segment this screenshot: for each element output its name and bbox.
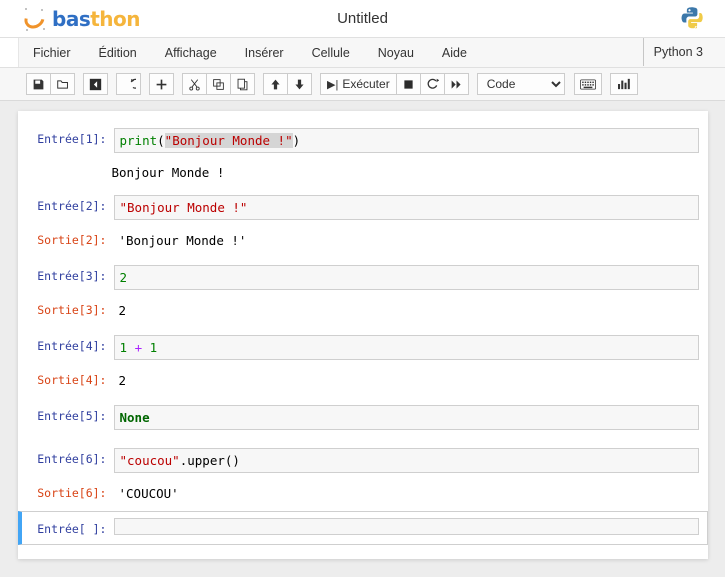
code-token: .upper() <box>179 453 240 468</box>
cell-result-output: Sortie[2]: 'Bonjour Monde !' <box>18 227 708 254</box>
output-prompt: Sortie[2]: <box>37 233 107 247</box>
menu-item-edition[interactable]: Édition <box>85 39 151 67</box>
share-icon[interactable] <box>83 73 108 95</box>
cell-result-output: Sortie[4]: 2 <box>18 367 708 394</box>
output-text: 'Bonjour Monde !' <box>118 233 247 248</box>
menu-item-noyau[interactable]: Noyau <box>364 39 428 67</box>
save-button[interactable] <box>26 73 51 95</box>
open-folder-button[interactable] <box>50 73 75 95</box>
toolbar-group-move <box>263 73 312 95</box>
run-label: Exécuter <box>342 77 390 91</box>
cell-stream-output: Bonjour Monde ! <box>18 160 708 188</box>
code-input-active[interactable] <box>113 518 699 535</box>
toolbar-group-run: ▶| Exécuter <box>320 73 469 95</box>
copy-icon[interactable] <box>206 73 231 95</box>
notebook-panel: Entrée[1]: print("Bonjour Monde !") Bonj… <box>17 111 708 559</box>
toolbar: ▶| Exécuter Code Markdown Raw NBConvert … <box>0 68 725 101</box>
input-prompt: Entrée[2]: <box>37 199 107 213</box>
notebook-cell[interactable]: Entrée[1]: print("Bonjour Monde !") <box>18 121 708 160</box>
stream-output-text: Bonjour Monde ! <box>111 165 225 180</box>
input-prompt: Entrée[5]: <box>37 409 107 423</box>
code-token: 2 <box>119 270 128 285</box>
run-icon: ▶| <box>327 78 339 91</box>
output-prompt: Sortie[3]: <box>37 303 107 317</box>
move-cell-up-icon[interactable] <box>263 73 288 95</box>
code-token: "Bonjour Monde !" <box>119 200 248 215</box>
output-text: 2 <box>118 373 127 388</box>
paste-icon[interactable] <box>230 73 255 95</box>
restart-kernel-icon[interactable] <box>419 73 445 95</box>
notebook-cell[interactable]: Entrée[3]: 2 <box>18 258 708 297</box>
run-cell-button[interactable]: ▶| Exécuter <box>320 73 397 95</box>
output-text: 'COUCOU' <box>118 486 179 501</box>
menu-item-inserer[interactable]: Insérer <box>231 39 298 67</box>
code-token: + <box>134 340 143 355</box>
notebook-cell[interactable]: Entrée[6]: "coucou".upper() <box>18 441 708 480</box>
notebook-title[interactable]: Untitled <box>0 10 725 27</box>
menu-item-affichage[interactable]: Affichage <box>151 39 231 67</box>
input-prompt: Entrée[6]: <box>37 452 107 466</box>
code-input[interactable]: print("Bonjour Monde !") <box>113 128 699 153</box>
toolbar-group-share <box>83 73 108 95</box>
toolbar-group-chart <box>609 73 638 95</box>
toolbar-group-file <box>26 73 75 95</box>
code-token: ) <box>292 133 301 148</box>
output-prompt: Sortie[4]: <box>37 373 107 387</box>
notebook-scroll-area[interactable]: Entrée[1]: print("Bonjour Monde !") Bonj… <box>0 101 725 577</box>
input-prompt: Entrée[4]: <box>37 339 107 353</box>
menu-item-aide[interactable]: Aide <box>428 39 481 67</box>
cell-type-select[interactable]: Code Markdown Raw NBConvert Heading <box>476 73 565 95</box>
cell-result-output: Sortie[6]: 'COUCOU' <box>18 480 708 507</box>
notebook-cell[interactable]: Entrée[4]: 1 + 1 <box>18 328 708 367</box>
toolbar-group-keyboard <box>573 73 602 95</box>
toolbar-group-insert <box>149 73 174 95</box>
input-prompt: Entrée[1]: <box>37 132 107 146</box>
input-prompt: Entrée[ ]: <box>37 522 107 536</box>
cell-result-output: Sortie[3]: 2 <box>18 297 708 324</box>
interrupt-kernel-icon[interactable] <box>395 73 421 95</box>
code-token: ( <box>157 133 165 148</box>
toolbar-group-edit <box>182 73 255 95</box>
notebook-cell[interactable]: Entrée[2]: "Bonjour Monde !" <box>18 188 708 227</box>
input-prompt: Entrée[3]: <box>37 269 107 283</box>
menubar-tab-spacer <box>0 38 19 67</box>
kernel-indicator[interactable]: Python 3 <box>642 38 703 66</box>
notebook-cell[interactable]: Entrée[5]: None <box>18 398 708 437</box>
code-token: 1 <box>119 340 128 355</box>
code-token: "coucou" <box>119 453 180 468</box>
code-input[interactable]: None <box>113 405 699 430</box>
code-token: None <box>119 410 150 425</box>
code-input[interactable]: "Bonjour Monde !" <box>113 195 699 220</box>
chart-icon[interactable] <box>609 73 638 95</box>
keyboard-icon[interactable] <box>573 73 602 95</box>
code-token: print <box>119 133 158 148</box>
code-input[interactable]: 1 + 1 <box>113 335 699 360</box>
code-token: "Bonjour Monde !" <box>164 133 293 148</box>
output-text: 2 <box>118 303 127 318</box>
code-input[interactable]: 2 <box>113 265 699 290</box>
code-input[interactable]: "coucou".upper() <box>113 448 699 473</box>
app-header: basthon Untitled <box>0 0 725 38</box>
insert-cell-below-button[interactable] <box>149 73 174 95</box>
move-cell-down-icon[interactable] <box>287 73 312 95</box>
menu-items: Fichier Édition Affichage Insérer Cellul… <box>19 38 481 67</box>
undo-icon[interactable] <box>116 73 141 95</box>
output-prompt: Sortie[6]: <box>37 486 107 500</box>
toolbar-group-celltype: Code Markdown Raw NBConvert Heading <box>476 73 565 95</box>
python-logo <box>679 5 707 33</box>
menu-item-cellule[interactable]: Cellule <box>298 39 364 67</box>
cut-icon[interactable] <box>182 73 207 95</box>
code-token: 1 <box>149 340 158 355</box>
menu-item-fichier[interactable]: Fichier <box>19 39 85 67</box>
menu-bar: Fichier Édition Affichage Insérer Cellul… <box>0 38 725 68</box>
restart-run-all-icon[interactable] <box>443 73 469 95</box>
notebook-cell-selected[interactable]: Entrée[ ]: <box>17 511 708 545</box>
toolbar-group-undo <box>116 73 141 95</box>
